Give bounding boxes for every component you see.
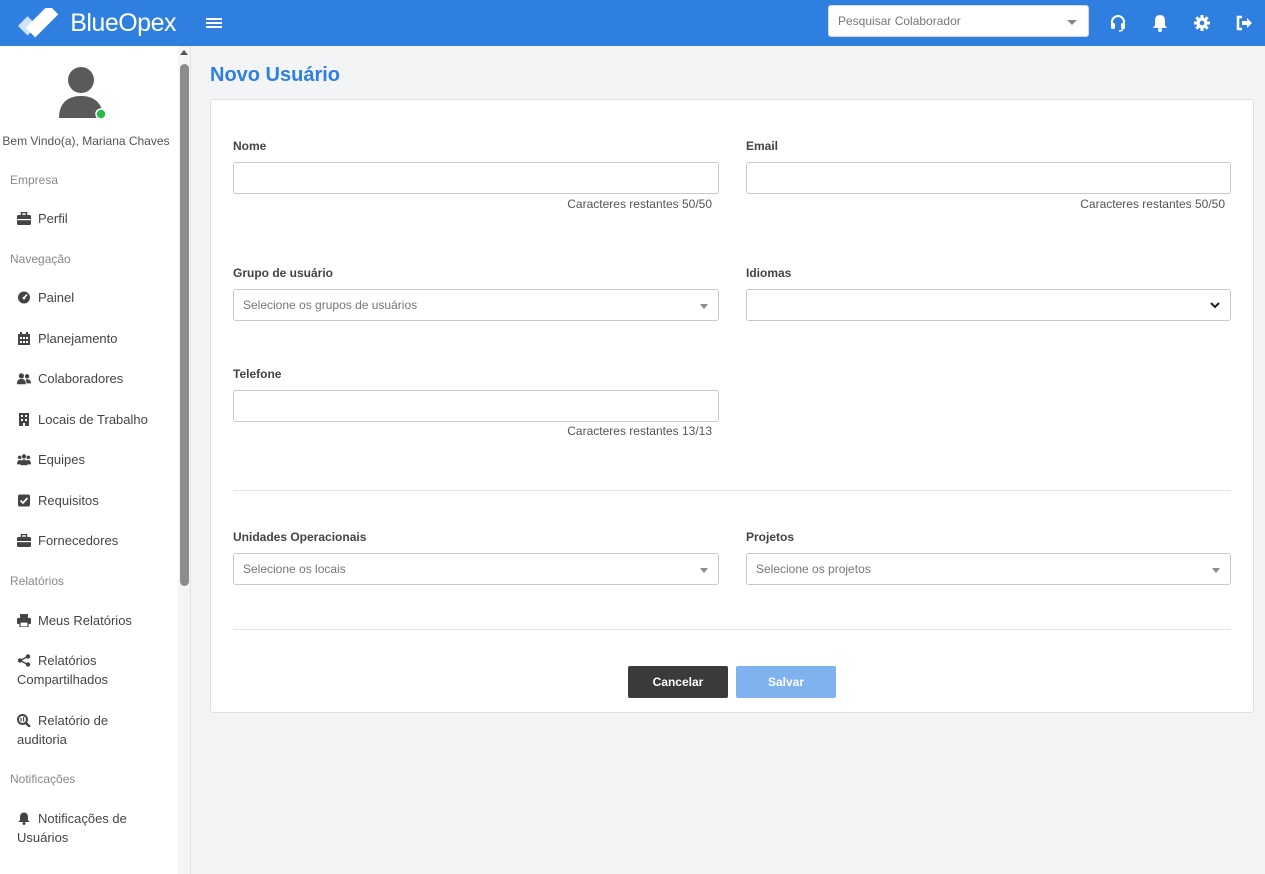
sidebar-item-label: Fornecedores bbox=[38, 533, 119, 548]
section-divider bbox=[233, 490, 1231, 491]
chevron-down-icon bbox=[700, 568, 708, 573]
sidebar-item-painel[interactable]: Painel bbox=[17, 288, 172, 307]
sidebar-item-planejamento[interactable]: Planejamento bbox=[17, 329, 172, 348]
section-navegacao: Navegação bbox=[10, 252, 71, 266]
sidebar-scrollbar-thumb[interactable] bbox=[180, 64, 189, 586]
sidebar-item-label-line2: Compartilhados bbox=[17, 672, 109, 687]
unidades-placeholder: Selecione os locais bbox=[243, 562, 346, 576]
sidebar-item-label: Colaboradores bbox=[38, 371, 124, 386]
user-avatar-icon[interactable] bbox=[57, 66, 105, 120]
projetos-select[interactable]: Selecione os projetos bbox=[746, 553, 1231, 585]
chevron-down-icon bbox=[700, 304, 708, 309]
telefone-char-counter: Caracteres restantes 13/13 bbox=[567, 424, 712, 438]
nome-input[interactable] bbox=[233, 162, 719, 194]
support-headset-icon[interactable] bbox=[1097, 0, 1139, 46]
brand-name: BlueOpex bbox=[70, 8, 176, 37]
sidebar-item-colaboradores[interactable]: Colaboradores bbox=[17, 369, 172, 388]
calendar-icon bbox=[18, 332, 30, 345]
sidebar-item-label: Requisitos bbox=[38, 493, 99, 508]
users-icon bbox=[17, 373, 31, 385]
projetos-label: Projetos bbox=[746, 530, 795, 544]
chevron-down-icon bbox=[1212, 568, 1220, 573]
scroll-up-arrow-icon[interactable] bbox=[180, 50, 188, 55]
sidebar-item-requisitos[interactable]: Requisitos bbox=[17, 491, 172, 510]
sidebar-item-label: Perfil bbox=[38, 211, 68, 226]
brand-logo[interactable]: BlueOpex bbox=[16, 8, 176, 38]
chevron-down-icon bbox=[1210, 302, 1220, 309]
save-button[interactable]: Salvar bbox=[736, 666, 836, 698]
bell-icon bbox=[18, 812, 30, 825]
grupo-select[interactable]: Selecione os grupos de usuários bbox=[233, 289, 719, 321]
new-user-form: Nome Caracteres restantes 50/50 Email Ca… bbox=[210, 99, 1254, 713]
settings-gear-icon[interactable] bbox=[1181, 0, 1223, 46]
cancel-button[interactable]: Cancelar bbox=[628, 666, 728, 698]
printer-icon bbox=[17, 614, 31, 627]
sidebar-item-locais[interactable]: Locais de Trabalho bbox=[17, 410, 172, 429]
logo-checkmark-icon bbox=[17, 8, 59, 38]
sidebar-item-label: Relatórios bbox=[38, 653, 97, 668]
sidebar-item-label-line2: auditoria bbox=[17, 732, 67, 747]
sidebar-item-label-line2: Usuários bbox=[17, 830, 69, 845]
briefcase-icon bbox=[17, 534, 31, 547]
dashboard-gauge-icon bbox=[18, 291, 30, 304]
section-notificacoes: Notificações bbox=[10, 772, 76, 786]
sidebar-item-label: Relatório de bbox=[38, 713, 109, 728]
email-label: Email bbox=[746, 139, 779, 153]
chevron-down-icon bbox=[1067, 20, 1077, 25]
unidades-label: Unidades Operacionais bbox=[233, 530, 367, 544]
projetos-placeholder: Selecione os projetos bbox=[756, 562, 871, 576]
sidebar-item-label: Planejamento bbox=[38, 331, 118, 346]
sidebar-item-relatorios-compartilhados[interactable]: Relatórios Compartilhados bbox=[17, 651, 172, 689]
notifications-bell-icon[interactable] bbox=[1139, 0, 1181, 46]
grupo-placeholder: Selecione os grupos de usuários bbox=[243, 298, 418, 312]
sidebar-item-meus-relatorios[interactable]: Meus Relatórios bbox=[17, 611, 172, 630]
search-placeholder: Pesquisar Colaborador bbox=[838, 14, 961, 28]
sidebar-item-label: Meus Relatórios bbox=[38, 613, 132, 628]
top-bar: BlueOpex Pesquisar Colaborador bbox=[0, 0, 1265, 46]
nome-label: Nome bbox=[233, 139, 267, 153]
sidebar-item-perfil[interactable]: Perfil bbox=[17, 209, 172, 228]
sidebar-item-fornecedores[interactable]: Fornecedores bbox=[17, 531, 172, 550]
welcome-text: Bem Vindo(a), Mariana Chaves bbox=[2, 134, 170, 148]
nome-char-counter: Caracteres restantes 50/50 bbox=[567, 197, 712, 211]
sidebar-item-label: Equipes bbox=[38, 452, 85, 467]
telefone-input[interactable] bbox=[233, 390, 719, 422]
page-title: Novo Usuário bbox=[210, 64, 341, 86]
idiomas-select[interactable] bbox=[746, 289, 1231, 321]
email-char-counter: Caracteres restantes 50/50 bbox=[1080, 197, 1225, 211]
logout-icon[interactable] bbox=[1223, 0, 1265, 46]
search-chart-icon bbox=[17, 714, 31, 727]
unidades-select[interactable]: Selecione os locais bbox=[233, 553, 719, 585]
sidebar-item-label: Painel bbox=[38, 290, 75, 305]
section-relatorios: Relatórios bbox=[10, 574, 65, 588]
telefone-label: Telefone bbox=[233, 367, 282, 381]
email-input[interactable] bbox=[746, 162, 1231, 194]
sidebar-item-label: Locais de Trabalho bbox=[38, 412, 148, 427]
grupo-label: Grupo de usuário bbox=[233, 266, 334, 280]
team-icon bbox=[17, 454, 31, 466]
checkbox-icon bbox=[18, 494, 30, 507]
sidebar-item-relatorio-auditoria[interactable]: Relatório de auditoria bbox=[17, 711, 172, 749]
sidebar-item-label: Notificações de bbox=[38, 811, 127, 826]
sidebar-item-notificacoes-usuarios[interactable]: Notificações de Usuários bbox=[17, 809, 172, 847]
sidebar-item-equipes[interactable]: Equipes bbox=[17, 450, 172, 469]
share-icon bbox=[17, 654, 31, 667]
search-collaborator-select[interactable]: Pesquisar Colaborador bbox=[828, 5, 1089, 37]
briefcase-icon bbox=[17, 212, 31, 225]
sidebar: Bem Vindo(a), Mariana Chaves Empresa Per… bbox=[0, 46, 191, 874]
building-icon bbox=[19, 413, 29, 426]
menu-toggle-icon[interactable] bbox=[206, 16, 222, 30]
idiomas-label: Idiomas bbox=[746, 266, 792, 280]
section-divider bbox=[233, 629, 1231, 630]
section-empresa: Empresa bbox=[10, 173, 59, 187]
